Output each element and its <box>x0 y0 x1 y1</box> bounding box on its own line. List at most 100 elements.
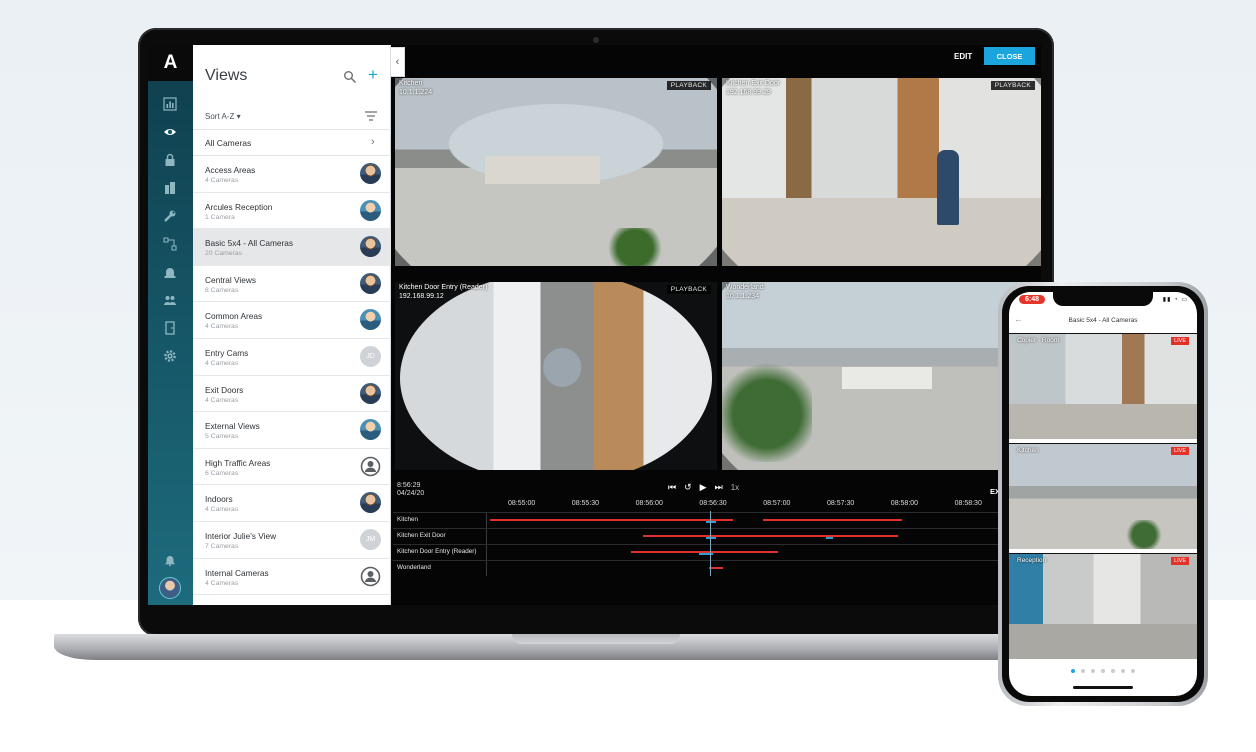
phone-camera-tile[interactable]: Reception LIVE <box>1009 553 1197 659</box>
wrench-icon[interactable] <box>161 207 179 225</box>
flow-icon[interactable] <box>161 235 179 253</box>
camera-ip: 192.168.99.29 <box>726 89 771 96</box>
timeline-row-label: Kitchen <box>397 516 419 523</box>
view-list-item[interactable]: Common Areas 4 Cameras <box>193 302 391 339</box>
camera-tile[interactable]: Kitchen 10.1.1.224 PLAYBACK <box>395 78 717 266</box>
play-icon[interactable]: ▶ <box>700 482 707 493</box>
page-dot[interactable] <box>1101 669 1105 673</box>
view-list-item[interactable]: Access Areas 4 Cameras <box>193 156 391 193</box>
view-list-item[interactable]: External Views 5 Cameras <box>193 412 391 449</box>
view-camera-count: 4 Cameras <box>205 579 239 587</box>
phone-camera-name: Kitchen <box>1017 447 1039 454</box>
view-camera-count: 8 Cameras <box>205 286 239 294</box>
camera-ip: 10.1.1.234 <box>726 293 760 300</box>
motion-segment[interactable] <box>706 521 716 523</box>
chevron-right-icon: › <box>371 136 375 148</box>
view-list-item[interactable]: Central Views 8 Cameras <box>193 266 391 303</box>
phone-camera-tile[interactable]: Kitchen LIVE <box>1009 443 1197 549</box>
view-list-item[interactable]: Entry Cams 4 Cameras JD <box>193 339 391 376</box>
camera-ip: 10.1.1.224 <box>399 89 433 96</box>
view-list-item[interactable]: Internal Cameras 4 Cameras <box>193 559 391 596</box>
collapse-panel-button[interactable]: ‹ <box>391 47 405 77</box>
users-icon[interactable] <box>161 291 179 309</box>
skip-forward-icon[interactable]: ⏭ <box>715 482 723 493</box>
view-camera-count: 4 Cameras <box>205 323 239 331</box>
timeline-playhead[interactable] <box>710 511 711 576</box>
gear-icon[interactable] <box>161 347 179 365</box>
recording-segment[interactable] <box>895 519 902 521</box>
page-dot[interactable] <box>1131 669 1135 673</box>
timeline-row[interactable]: Kitchen Exit Door <box>393 528 1041 544</box>
all-cameras-item[interactable]: All Cameras › <box>193 130 391 156</box>
home-indicator[interactable] <box>1073 686 1133 689</box>
user-avatar[interactable] <box>159 577 181 599</box>
phone-camera-tile[interactable]: Copier - Room LIVE <box>1009 333 1197 439</box>
recording-segment[interactable] <box>763 519 898 521</box>
timeline-row[interactable]: Kitchen Door Entry (Reader) <box>393 544 1041 560</box>
lock-icon[interactable] <box>161 151 179 169</box>
phone-status-bar: 6:48 ▮▮ ◔ ▭ <box>1009 292 1197 308</box>
views-title: Views <box>205 67 248 84</box>
recording-segment[interactable] <box>643 535 898 537</box>
bell-icon[interactable] <box>161 551 179 569</box>
page-dot[interactable] <box>1121 669 1125 673</box>
skip-back-icon[interactable]: ⏮ <box>668 482 676 493</box>
timeline-row[interactable]: Wonderland <box>393 560 1041 576</box>
phone-notch <box>1053 292 1153 306</box>
recording-segment[interactable] <box>490 519 733 521</box>
recording-segment[interactable] <box>709 567 723 569</box>
eye-icon[interactable] <box>161 123 179 141</box>
camera-tile[interactable]: Kitchen Door Entry (Reader) 192.168.99.1… <box>395 282 717 470</box>
live-badge: LIVE <box>1171 337 1189 345</box>
timeline-clock: 8:56:29 04/24/20 <box>397 482 424 498</box>
view-camera-count: 4 Cameras <box>205 396 239 404</box>
page-dot[interactable] <box>1091 669 1095 673</box>
laptop-lid-notch <box>512 634 680 644</box>
camera-tile[interactable]: Kitchen Exit Door 192.168.99.29 PLAYBACK <box>722 78 1041 266</box>
view-list-item[interactable]: Exit Doors 4 Cameras <box>193 376 391 413</box>
page-dot[interactable] <box>1111 669 1115 673</box>
view-list-item[interactable]: High Traffic Areas 6 Cameras <box>193 449 391 486</box>
playback-speed[interactable]: 1x <box>731 483 739 492</box>
motion-segment[interactable] <box>706 537 716 539</box>
phone-view-title: Basic 5x4 - All Cameras <box>1068 317 1138 324</box>
owner-avatar <box>360 309 381 331</box>
motion-segment[interactable] <box>826 537 833 539</box>
plant <box>1119 520 1169 549</box>
view-list-item[interactable]: Basic 5x4 - All Cameras 20 Cameras <box>193 229 391 266</box>
door-icon[interactable] <box>161 319 179 337</box>
view-name: Interior Julie's View <box>205 530 277 541</box>
dashboard-icon[interactable] <box>161 95 179 113</box>
view-list-item[interactable]: Indoors 4 Cameras <box>193 485 391 522</box>
edit-button[interactable]: EDIT <box>954 52 972 61</box>
building-icon[interactable] <box>161 179 179 197</box>
timeline-date: 04/24/20 <box>397 490 425 497</box>
close-button[interactable]: CLOSE <box>984 47 1035 65</box>
filter-icon[interactable] <box>365 111 377 121</box>
alarm-icon[interactable] <box>161 263 179 281</box>
view-camera-count: 20 Cameras <box>205 250 243 258</box>
page-dot[interactable] <box>1071 669 1075 673</box>
sort-dropdown[interactable]: Sort A-Z ▾ <box>205 112 241 121</box>
timeline-tick-label: 08:56:00 <box>635 500 663 507</box>
view-list-item[interactable]: Arcules Reception 1 Camera <box>193 193 391 230</box>
timeline-time: 8:56:29 <box>397 482 421 489</box>
add-view-icon[interactable]: + <box>368 66 378 84</box>
camera-tile[interactable]: Wonderland 10.1.1.234 <box>722 282 1041 470</box>
view-list-item[interactable]: Interior Julie's View 7 Cameras JM <box>193 522 391 559</box>
view-camera-count: 7 Cameras <box>205 542 239 550</box>
playback-badge: PLAYBACK <box>666 285 711 294</box>
timeline-row[interactable]: Kitchen <box>393 512 1041 528</box>
camera-feed-image <box>400 282 712 470</box>
page-dot[interactable] <box>1081 669 1085 673</box>
app-logo[interactable]: A <box>148 45 193 81</box>
search-icon[interactable] <box>343 70 357 84</box>
timeline-row-label: Wonderland <box>397 564 431 571</box>
owner-avatar: JD <box>360 345 381 367</box>
owner-avatar <box>360 272 381 294</box>
view-name: External Views <box>205 421 260 432</box>
sort-label: Sort A-Z <box>205 112 235 121</box>
divider <box>486 545 487 560</box>
divider <box>486 513 487 528</box>
replay-icon[interactable]: ↺ <box>684 482 692 493</box>
